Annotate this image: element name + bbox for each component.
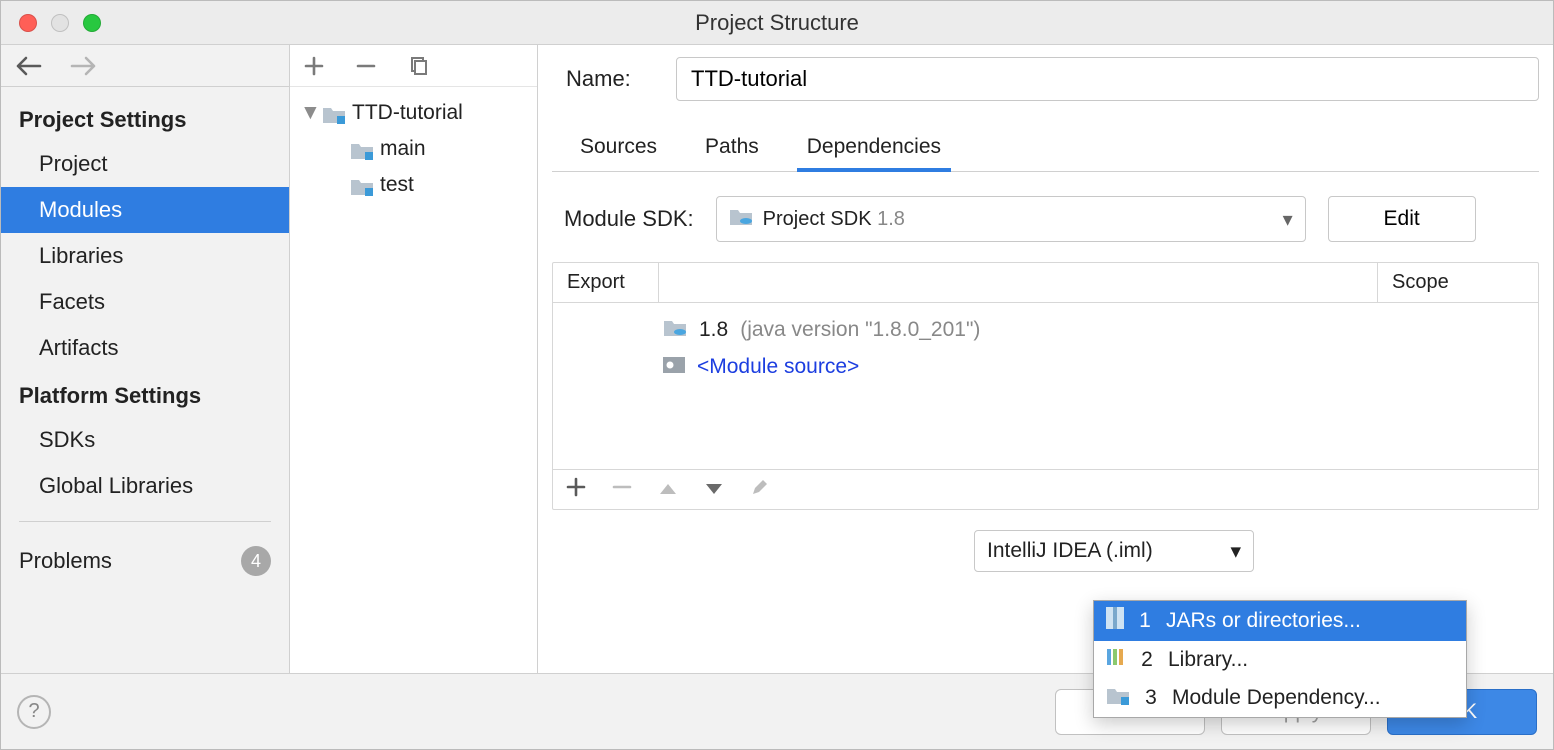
move-up-icon: [659, 478, 677, 501]
popup-label: JARs or directories...: [1166, 609, 1361, 633]
tab-paths[interactable]: Paths: [701, 127, 763, 171]
help-icon[interactable]: ?: [17, 695, 51, 729]
popup-num: 1: [1136, 609, 1154, 633]
tab-dependencies[interactable]: Dependencies: [803, 127, 945, 171]
move-down-icon[interactable]: [705, 478, 723, 501]
module-name-input[interactable]: [676, 57, 1539, 101]
chevron-down-icon: ▾: [1283, 207, 1293, 232]
tree-toolbar: [290, 45, 537, 87]
table-row[interactable]: <Module source>: [553, 349, 1538, 385]
sidebar-item-facets[interactable]: Facets: [1, 279, 289, 325]
copy-icon[interactable]: [406, 54, 430, 78]
module-tree-panel: ▼ TTD-tutorial main test: [290, 45, 538, 673]
popup-num: 3: [1142, 686, 1160, 710]
source-icon: [663, 355, 685, 379]
sidebar-item-modules[interactable]: Modules: [1, 187, 289, 233]
forward-icon: [69, 52, 97, 80]
titlebar: Project Structure: [1, 1, 1553, 45]
divider: [19, 521, 271, 522]
module-sdk-select[interactable]: Project SDK 1.8 ▾: [716, 196, 1306, 242]
tree-root[interactable]: ▼ TTD-tutorial: [290, 95, 537, 131]
col-export[interactable]: Export: [553, 263, 659, 302]
tree-child[interactable]: main: [290, 131, 537, 167]
project-structure-window: Project Structure Project Settings Proje…: [0, 0, 1554, 750]
popup-num: 2: [1138, 648, 1156, 672]
chevron-down-icon[interactable]: ▼: [300, 101, 314, 125]
module-folder-icon: [1106, 685, 1130, 711]
java-folder-icon: [663, 317, 687, 343]
dep-suffix: (java version "1.8.0_201"): [740, 318, 980, 342]
dep-name: 1.8: [699, 318, 728, 342]
table-header: Export Scope: [553, 263, 1538, 303]
add-icon[interactable]: [302, 54, 326, 78]
sidebar-item-sdks[interactable]: SDKs: [1, 417, 289, 463]
dependency-toolbar: [553, 469, 1538, 509]
table-row[interactable]: 1.8 (java version "1.8.0_201"): [553, 311, 1538, 349]
back-icon[interactable]: [15, 52, 43, 80]
name-label: Name:: [552, 66, 654, 92]
popup-item-jars[interactable]: 1 JARs or directories...: [1094, 601, 1466, 641]
archive-icon: [1106, 607, 1124, 635]
sidebar-category: Platform Settings: [1, 371, 289, 417]
tree-child[interactable]: test: [290, 167, 537, 203]
col-scope[interactable]: Scope: [1378, 263, 1538, 302]
window-title: Project Structure: [1, 10, 1553, 36]
tree-child-label: main: [380, 137, 426, 161]
sidebar-item-project[interactable]: Project: [1, 141, 289, 187]
format-row: IntelliJ IDEA (.iml) ▾: [552, 510, 1539, 572]
table-body: 1.8 (java version "1.8.0_201") <Module s…: [553, 303, 1538, 469]
tab-sources[interactable]: Sources: [576, 127, 661, 171]
problems-count-badge: 4: [241, 546, 271, 576]
sdk-row: Module SDK: Project SDK 1.8 ▾ Edit: [552, 172, 1539, 262]
library-icon: [1106, 647, 1126, 673]
module-folder-icon: [350, 140, 372, 158]
java-folder-icon: [729, 206, 753, 232]
sidebar-item-global-libraries[interactable]: Global Libraries: [1, 463, 289, 509]
sdk-select-text: Project SDK 1.8: [763, 208, 905, 231]
name-row: Name:: [552, 57, 1539, 101]
chevron-down-icon: ▾: [1230, 539, 1241, 564]
sidebar-list: Project Settings Project Modules Librari…: [1, 87, 289, 673]
edit-sdk-button[interactable]: Edit: [1328, 196, 1476, 242]
module-folder-icon: [350, 176, 372, 194]
popup-label: Module Dependency...: [1172, 686, 1381, 710]
popup-item-library[interactable]: 2 Library...: [1094, 641, 1466, 679]
col-name: [659, 263, 1378, 302]
sidebar-category: Project Settings: [1, 95, 289, 141]
format-select[interactable]: IntelliJ IDEA (.iml) ▾: [974, 530, 1254, 572]
add-dependency-icon[interactable]: [567, 478, 585, 502]
popup-item-module-dependency[interactable]: 3 Module Dependency...: [1094, 679, 1466, 717]
module-tabs: Sources Paths Dependencies: [552, 127, 1539, 172]
dependencies-table: Export Scope 1.8 (java version "1.8.0_20…: [552, 262, 1539, 510]
remove-dependency-icon: [613, 478, 631, 502]
tree-root-label: TTD-tutorial: [352, 101, 463, 125]
problems-label: Problems: [19, 548, 112, 574]
sidebar-nav: [1, 45, 289, 87]
module-sdk-label: Module SDK:: [564, 206, 694, 232]
sidebar-item-libraries[interactable]: Libraries: [1, 233, 289, 279]
add-dependency-popup: 1 JARs or directories... 2 Library... 3 …: [1093, 600, 1467, 718]
body: Project Settings Project Modules Librari…: [1, 45, 1553, 673]
tree-child-label: test: [380, 173, 414, 197]
remove-icon[interactable]: [354, 54, 378, 78]
popup-label: Library...: [1168, 648, 1248, 672]
module-folder-icon: [322, 104, 344, 122]
edit-dependency-icon: [751, 478, 769, 502]
detail-panel: Name: Sources Paths Dependencies Module …: [538, 45, 1553, 673]
detail-inner: Name: Sources Paths Dependencies Module …: [538, 45, 1553, 673]
sidebar-item-artifacts[interactable]: Artifacts: [1, 325, 289, 371]
sidebar-item-problems[interactable]: Problems 4: [1, 534, 289, 588]
left-sidebar: Project Settings Project Modules Librari…: [1, 45, 290, 673]
dep-name: <Module source>: [697, 355, 859, 379]
format-value: IntelliJ IDEA (.iml): [987, 539, 1153, 563]
module-tree: ▼ TTD-tutorial main test: [290, 87, 537, 211]
